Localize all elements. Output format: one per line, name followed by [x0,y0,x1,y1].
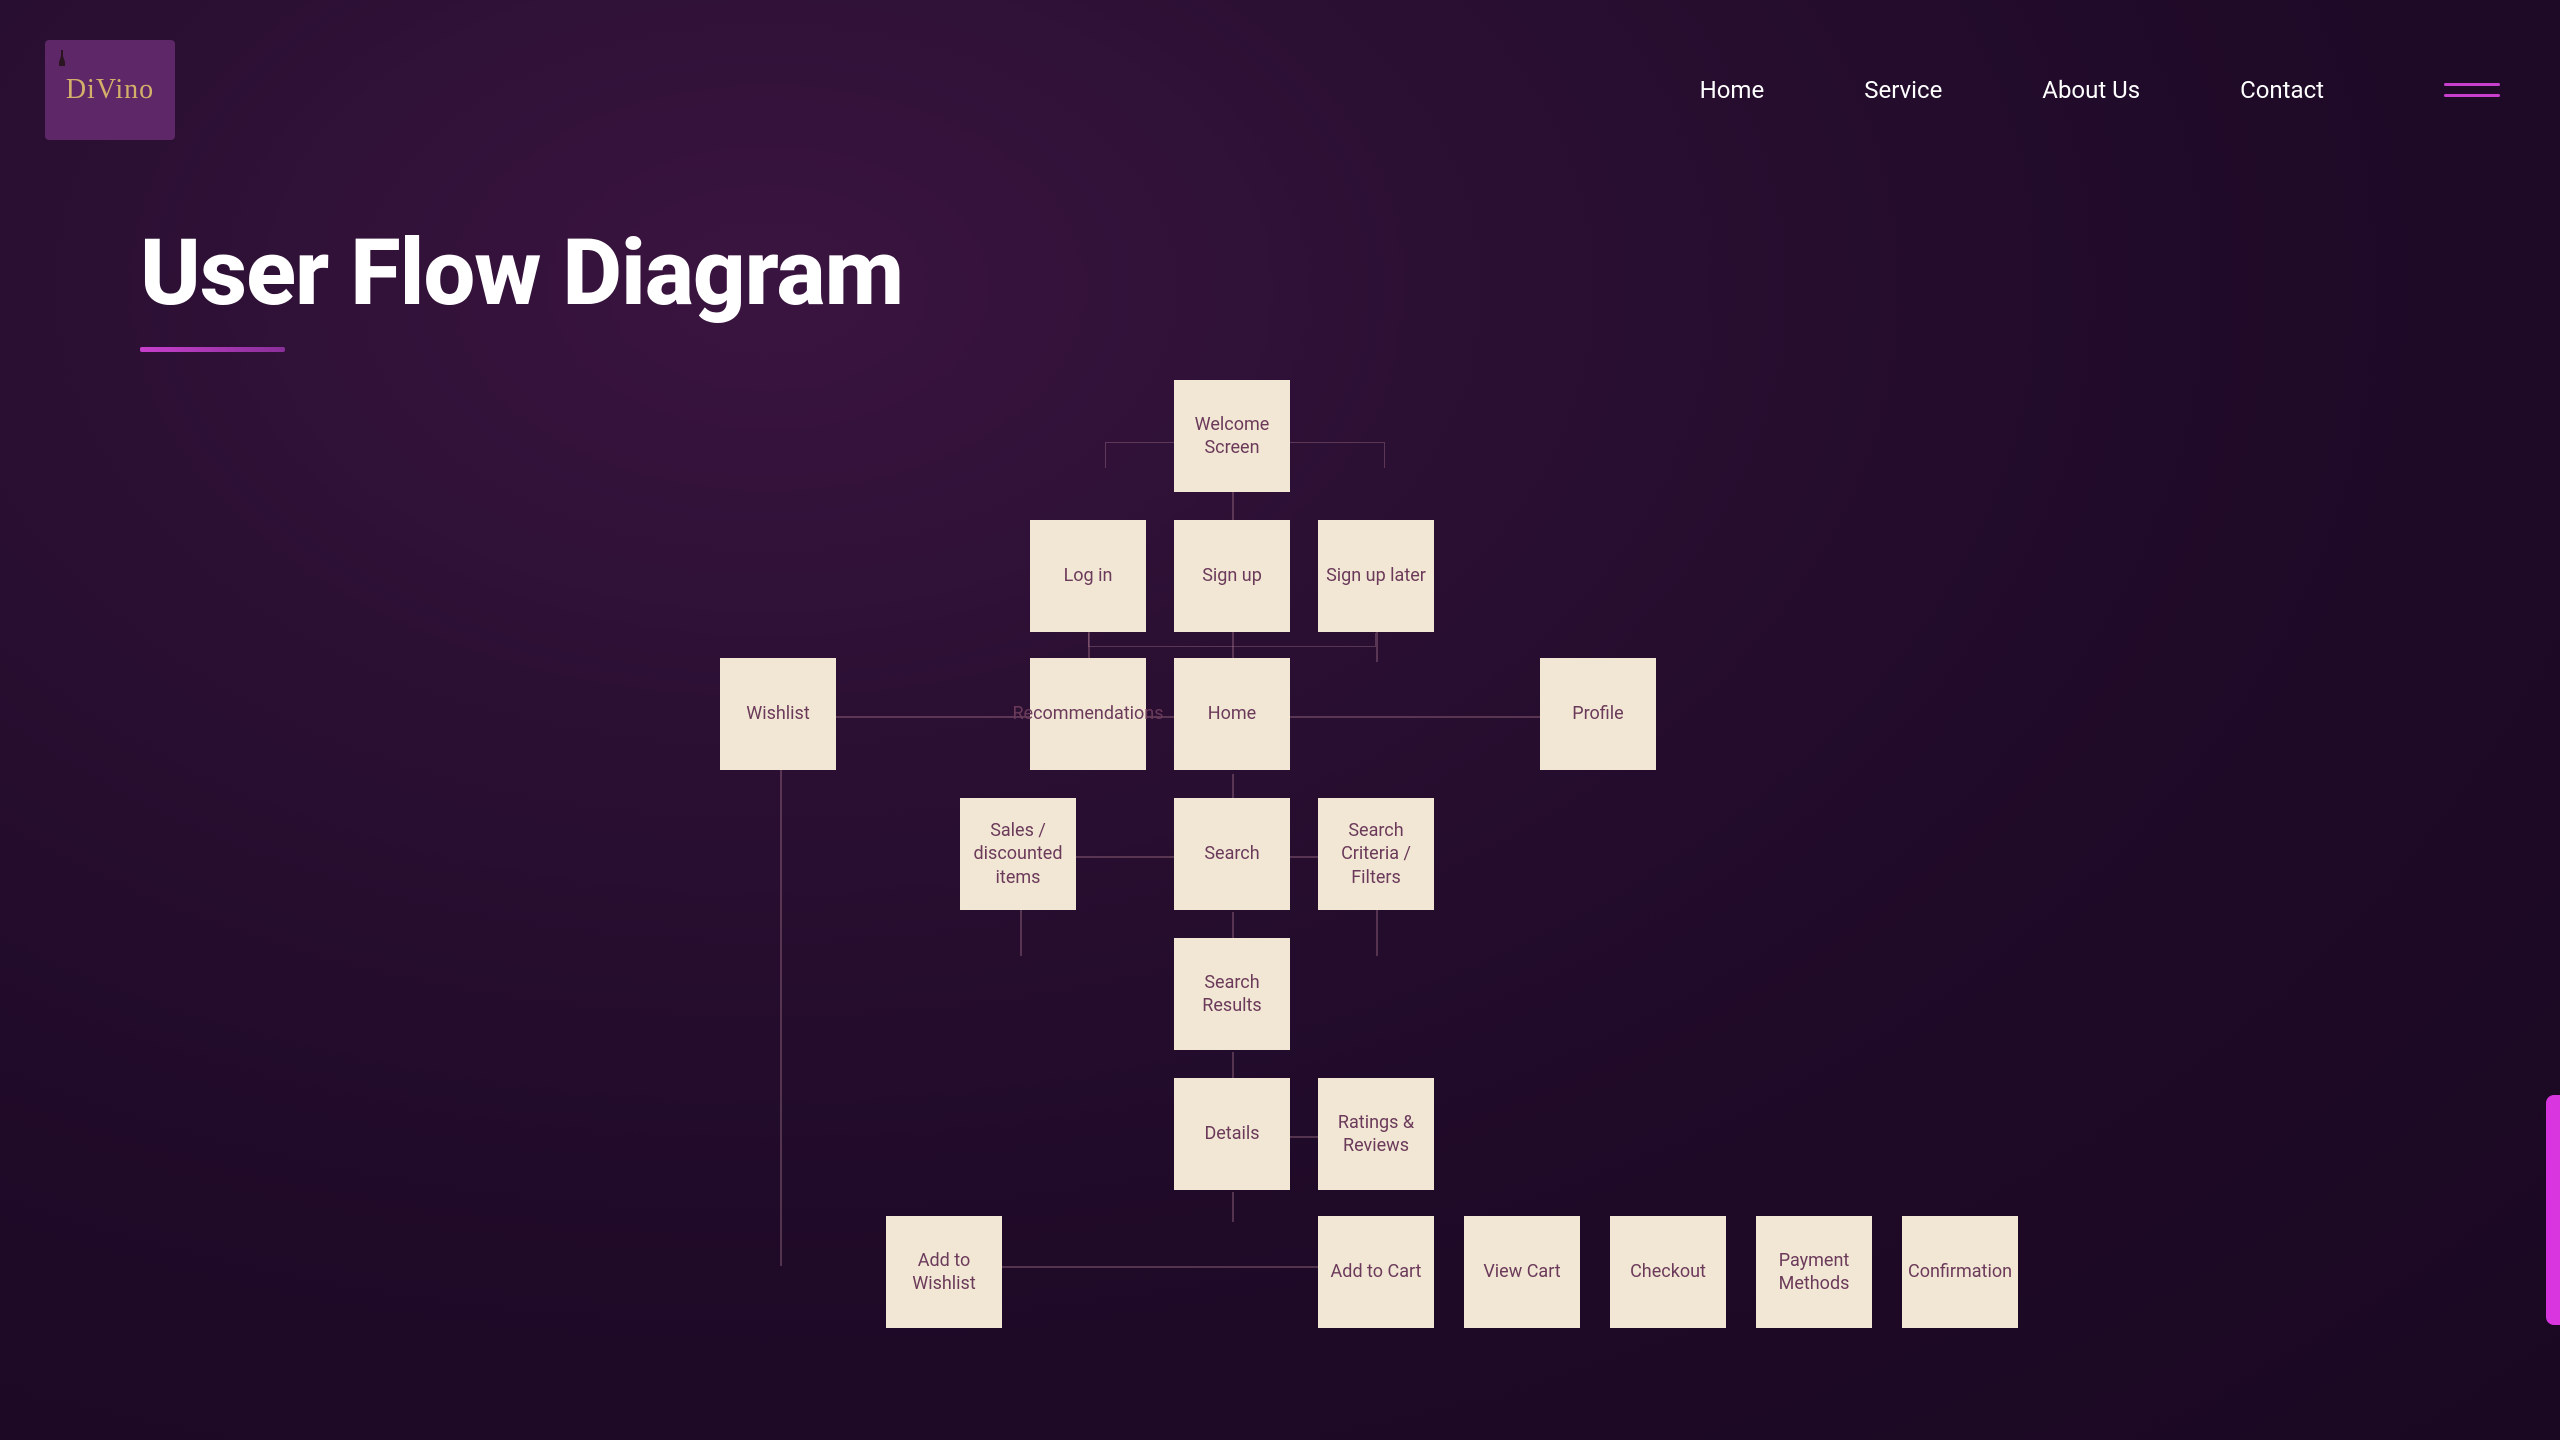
flow-diagram: Welcome Screen Log in Sign up Sign up la… [0,380,2560,1380]
node-signup: Sign up [1174,520,1290,632]
node-details: Details [1174,1078,1290,1190]
node-criteria: Search Criteria / Filters [1318,798,1434,910]
title-underline [140,347,285,352]
node-results: Search Results [1174,938,1290,1050]
node-ratings: Ratings & Reviews [1318,1078,1434,1190]
nav-about[interactable]: About Us [2042,76,2140,104]
node-signuplater: Sign up later [1318,520,1434,632]
wine-bottle-icon [53,48,73,68]
node-profile: Profile [1540,658,1656,770]
node-viewcart: View Cart [1464,1216,1580,1328]
node-login: Log in [1030,520,1146,632]
node-welcome: Welcome Screen [1174,380,1290,492]
logo[interactable]: DiVino [45,40,175,140]
header: DiVino Home Service About Us Contact [0,0,2560,160]
node-search: Search [1174,798,1290,910]
nav-home[interactable]: Home [1700,76,1765,104]
node-addwishlist: Add to Wishlist [886,1216,1002,1328]
node-wishlist: Wishlist [720,658,836,770]
node-payment: Payment Methods [1756,1216,1872,1328]
node-checkout: Checkout [1610,1216,1726,1328]
node-recommendations: Recommendations [1030,658,1146,770]
node-sales: Sales / discounted items [960,798,1076,910]
page-title: User Flow Diagram [140,220,2560,327]
node-addcart: Add to Cart [1318,1216,1434,1328]
node-home: Home [1174,658,1290,770]
nav: Home Service About Us Contact [1700,76,2500,104]
nav-contact[interactable]: Contact [2240,76,2324,104]
side-tab[interactable] [2546,1095,2560,1325]
logo-text: DiVino [66,74,154,106]
hamburger-menu-icon[interactable] [2444,83,2500,97]
node-confirmation: Confirmation [1902,1216,2018,1328]
nav-service[interactable]: Service [1864,76,1942,104]
